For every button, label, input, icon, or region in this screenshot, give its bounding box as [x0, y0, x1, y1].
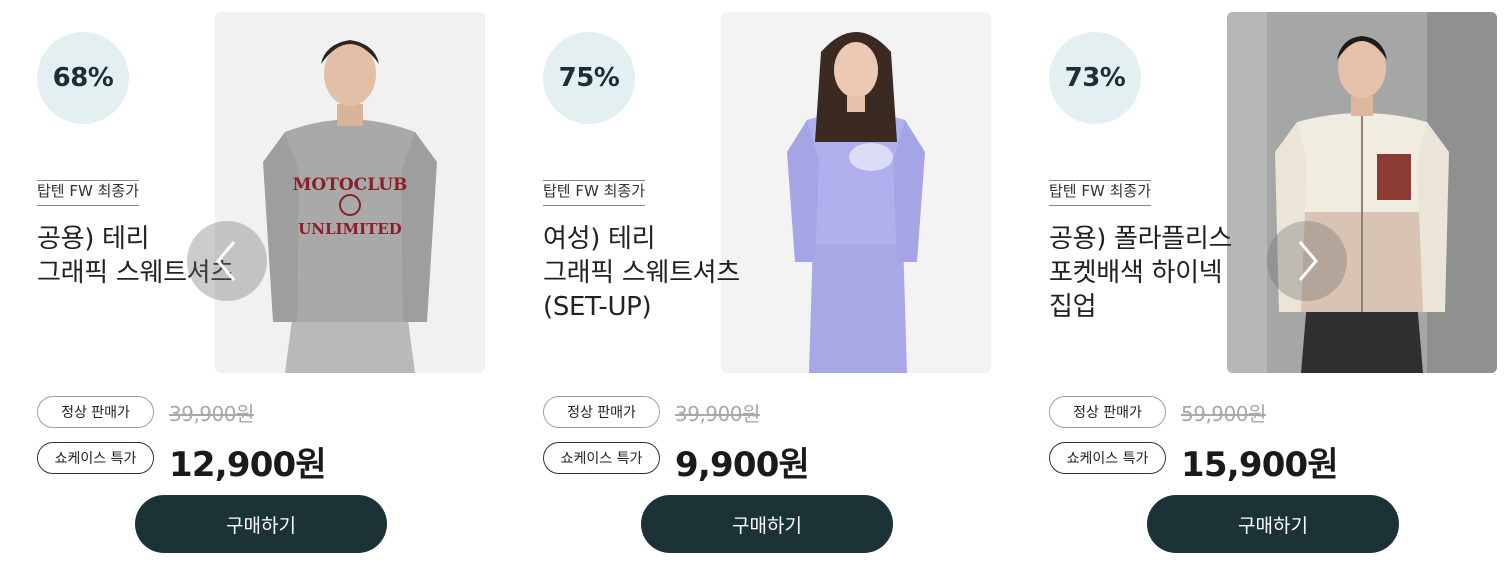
carousel-next-button[interactable]	[1267, 221, 1347, 301]
product-name[interactable]: 여성) 테리 그래픽 스웨트셔츠 (SET-UP)	[543, 222, 783, 324]
normal-price-label: 정상 판매가	[37, 396, 154, 428]
buy-button[interactable]: 구매하기	[135, 495, 387, 553]
product-image[interactable]: MOTOCLUB UNLIMITED	[215, 12, 485, 373]
graphic-text-bottom: UNLIMITED	[298, 220, 402, 238]
special-price-label: 쇼케이스 특가	[37, 442, 154, 474]
sale-price: 15,900원	[1181, 445, 1339, 485]
original-price: 39,900원	[675, 402, 760, 426]
graphic-text-top: MOTOCLUB	[293, 175, 408, 195]
sale-price: 9,900원	[675, 445, 810, 485]
promo-tag: 탑텐 FW 최종가	[1049, 180, 1151, 206]
product-card: 75% 탑텐 FW 최종가 여성) 테리 그래픽 스웨트셔츠 (SET-UP) …	[543, 0, 1013, 583]
discount-badge: 68%	[37, 32, 129, 124]
promo-tag: 탑텐 FW 최종가	[37, 180, 139, 206]
normal-price-label: 정상 판매가	[543, 396, 660, 428]
product-card: 73% 탑텐 FW 최종가 공용) 폴라플리스 포켓배색 하이넥 집업 정상 판…	[1049, 0, 1507, 583]
buy-button[interactable]: 구매하기	[641, 495, 893, 553]
original-price: 59,900원	[1181, 402, 1266, 426]
chevron-right-icon	[1298, 241, 1318, 281]
buy-button[interactable]: 구매하기	[1147, 495, 1399, 553]
normal-price-label: 정상 판매가	[1049, 396, 1166, 428]
discount-badge: 73%	[1049, 32, 1141, 124]
product-carousel: MOTOCLUB UNLIMITED 68% 탑텐 FW 최종가 공용) 테리 …	[0, 0, 1507, 583]
special-price-label: 쇼케이스 특가	[543, 442, 660, 474]
carousel-prev-button[interactable]	[187, 221, 267, 301]
promo-tag: 탑텐 FW 최종가	[543, 180, 645, 206]
chevron-left-icon	[216, 241, 236, 281]
special-price-label: 쇼케이스 특가	[1049, 442, 1166, 474]
model-gray-sweatshirt-image: MOTOCLUB UNLIMITED	[215, 12, 485, 373]
sale-price: 12,900원	[169, 445, 327, 485]
discount-badge: 75%	[543, 32, 635, 124]
product-name[interactable]: 공용) 폴라플리스 포켓배색 하이넥 집업	[1049, 222, 1289, 324]
product-card: MOTOCLUB UNLIMITED 68% 탑텐 FW 최종가 공용) 테리 …	[37, 0, 507, 583]
original-price: 39,900원	[169, 402, 254, 426]
